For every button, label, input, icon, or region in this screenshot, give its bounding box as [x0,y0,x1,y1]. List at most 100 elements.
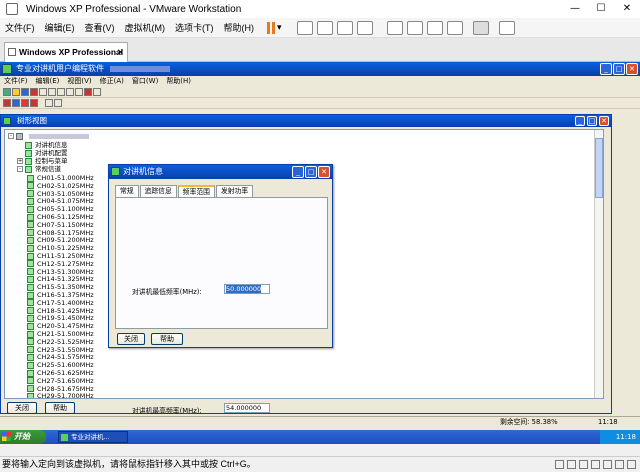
channel-item[interactable]: CH17-51.400MHz [27,299,94,307]
thumbnail-view-icon[interactable] [407,20,423,35]
app-menu-file[interactable]: 文件(F) [0,76,32,87]
taskbar-app-item[interactable]: 专业对讲机... [58,431,128,443]
channel-item[interactable]: CH27-51.650MHz [27,377,94,385]
channel-item[interactable]: CH02-51.025MHz [27,182,94,190]
tree-item[interactable]: 对讲机配置 [17,149,68,157]
menu-edit[interactable]: 编辑(E) [40,21,80,34]
tree-help-button[interactable]: 帮助 [45,402,75,414]
tree-maximize-icon[interactable]: □ [587,116,597,126]
dialog-close-button[interactable]: 关闭 [117,333,145,345]
console-view-icon[interactable] [427,20,443,35]
tab-trace-info[interactable]: 追踪信息 [139,185,177,197]
tab-general[interactable]: 常规 [115,185,139,197]
write-icon[interactable] [84,88,92,96]
channel-item[interactable]: CH24-51.575MHz [27,353,94,361]
channel-item[interactable]: CH08-51.175MHz [27,229,94,237]
expander-icon[interactable]: + [17,158,23,164]
channel-item[interactable]: CH01-51.000MHz [27,174,94,182]
channel-item[interactable]: CH19-51.450MHz [27,314,94,322]
app-minimize-icon[interactable]: _ [600,63,612,75]
clone-icon[interactable] [30,99,38,107]
guest-desktop[interactable]: 专业对讲机用户编程软件 _ □ ✕ 文件(F) 编辑(E) 视图(V) 修正(A… [0,62,640,444]
usb-icon[interactable] [591,460,600,469]
open-icon[interactable] [12,88,20,96]
new-icon[interactable] [3,88,11,96]
max-freq-input[interactable]: 54.000000 [224,403,270,413]
channel-item[interactable]: CH22-51.525MHz [27,338,94,346]
copy-icon[interactable] [48,88,56,96]
channel-item[interactable]: CH29-51.700MHz [27,392,94,398]
menu-view[interactable]: 查看(V) [80,21,120,34]
tree-close-icon[interactable]: ✕ [599,116,609,126]
app-menu-window[interactable]: 窗口(W) [128,76,162,87]
channel-item[interactable]: CH12-51.275MHz [27,260,94,268]
tree-root[interactable]: - [8,132,89,140]
app-menu-view[interactable]: 视图(V) [63,76,95,87]
channel-item[interactable]: CH20-51.475MHz [27,322,94,330]
dropdown-arrow-icon[interactable]: ▾ [277,23,285,33]
tree-item[interactable]: 对讲机信息 [17,141,68,149]
tree-minimize-icon[interactable]: _ [575,116,585,126]
printer-icon[interactable] [615,460,624,469]
maximize-icon[interactable]: ☐ [588,0,614,18]
channel-item[interactable]: CH06-51.125MHz [27,213,94,221]
print-icon[interactable] [66,88,74,96]
revert-snapshot-icon[interactable] [337,20,353,35]
channel-item[interactable]: CH16-51.375MHz [27,291,94,299]
library-view-icon[interactable] [387,20,403,35]
tab-close-icon[interactable]: ✕ [117,43,124,61]
sound-icon[interactable] [603,460,612,469]
tree-scrollbar[interactable] [594,130,603,398]
app-menu-help[interactable]: 帮助(H) [162,76,195,87]
menu-tabs[interactable]: 选项卡(T) [170,21,219,34]
stop-icon[interactable] [21,99,29,107]
read-icon[interactable] [30,88,38,96]
preview-icon[interactable] [75,88,83,96]
vm-tab[interactable]: Windows XP Professional ✕ [4,42,128,62]
close-icon[interactable]: ✕ [614,0,640,18]
channel-item[interactable]: CH05-51.100MHz [27,205,94,213]
channel-item[interactable]: CH23-51.550MHz [27,346,94,354]
snapshot-icon[interactable] [317,20,333,35]
network-icon[interactable] [579,460,588,469]
hdd-icon[interactable] [555,460,564,469]
cd-icon[interactable] [567,460,576,469]
dialog-help-button[interactable]: 帮助 [151,333,183,345]
start-button[interactable]: 开始 [0,430,46,444]
channel-item[interactable]: CH18-51.425MHz [27,307,94,315]
expander-icon[interactable]: - [17,166,23,172]
save-icon[interactable] [21,88,29,96]
console-icon[interactable] [473,20,489,35]
channel-item[interactable]: CH10-51.225MHz [27,244,94,252]
tab-transmit-power[interactable]: 发射功率 [215,185,254,197]
read-radio-icon[interactable] [3,99,11,107]
channel-item[interactable]: CH07-51.150MHz [27,221,94,229]
min-freq-input[interactable]: 50.000000 [224,284,270,294]
snapshot-manager-icon[interactable] [357,20,373,35]
pause-icon[interactable] [267,21,277,34]
display-icon[interactable] [627,460,636,469]
menu-help[interactable]: 帮助(H) [219,21,260,34]
send-ctrl-alt-del-icon[interactable] [297,20,313,35]
menu-file[interactable]: 文件(F) [0,21,40,34]
channel-item[interactable]: CH25-51.600MHz [27,361,94,369]
app-menu-modify[interactable]: 修正(A) [96,76,128,87]
channel-item[interactable]: CH28-51.675MHz [27,385,94,393]
channel-item[interactable]: CH13-51.300MHz [27,268,94,276]
tools-icon[interactable] [54,99,62,107]
app-close-icon[interactable]: ✕ [626,63,638,75]
dialog-minimize-icon[interactable]: _ [292,166,304,178]
app-maximize-icon[interactable]: □ [613,63,625,75]
menu-vm[interactable]: 虚拟机(M) [120,21,171,34]
write-radio-icon[interactable] [12,99,20,107]
scrollbar-thumb[interactable] [595,138,603,198]
channel-item[interactable]: CH26-51.625MHz [27,369,94,377]
channel-item[interactable]: CH09-51.200MHz [27,236,94,244]
channel-item[interactable]: CH14-51.325MHz [27,275,94,283]
minimize-icon[interactable]: — [562,0,588,18]
cut-icon[interactable] [39,88,47,96]
dialog-close-icon[interactable]: ✕ [318,166,330,178]
paste-icon[interactable] [57,88,65,96]
tree-close-button[interactable]: 关闭 [7,402,37,414]
channel-item[interactable]: CH04-51.075MHz [27,197,94,205]
